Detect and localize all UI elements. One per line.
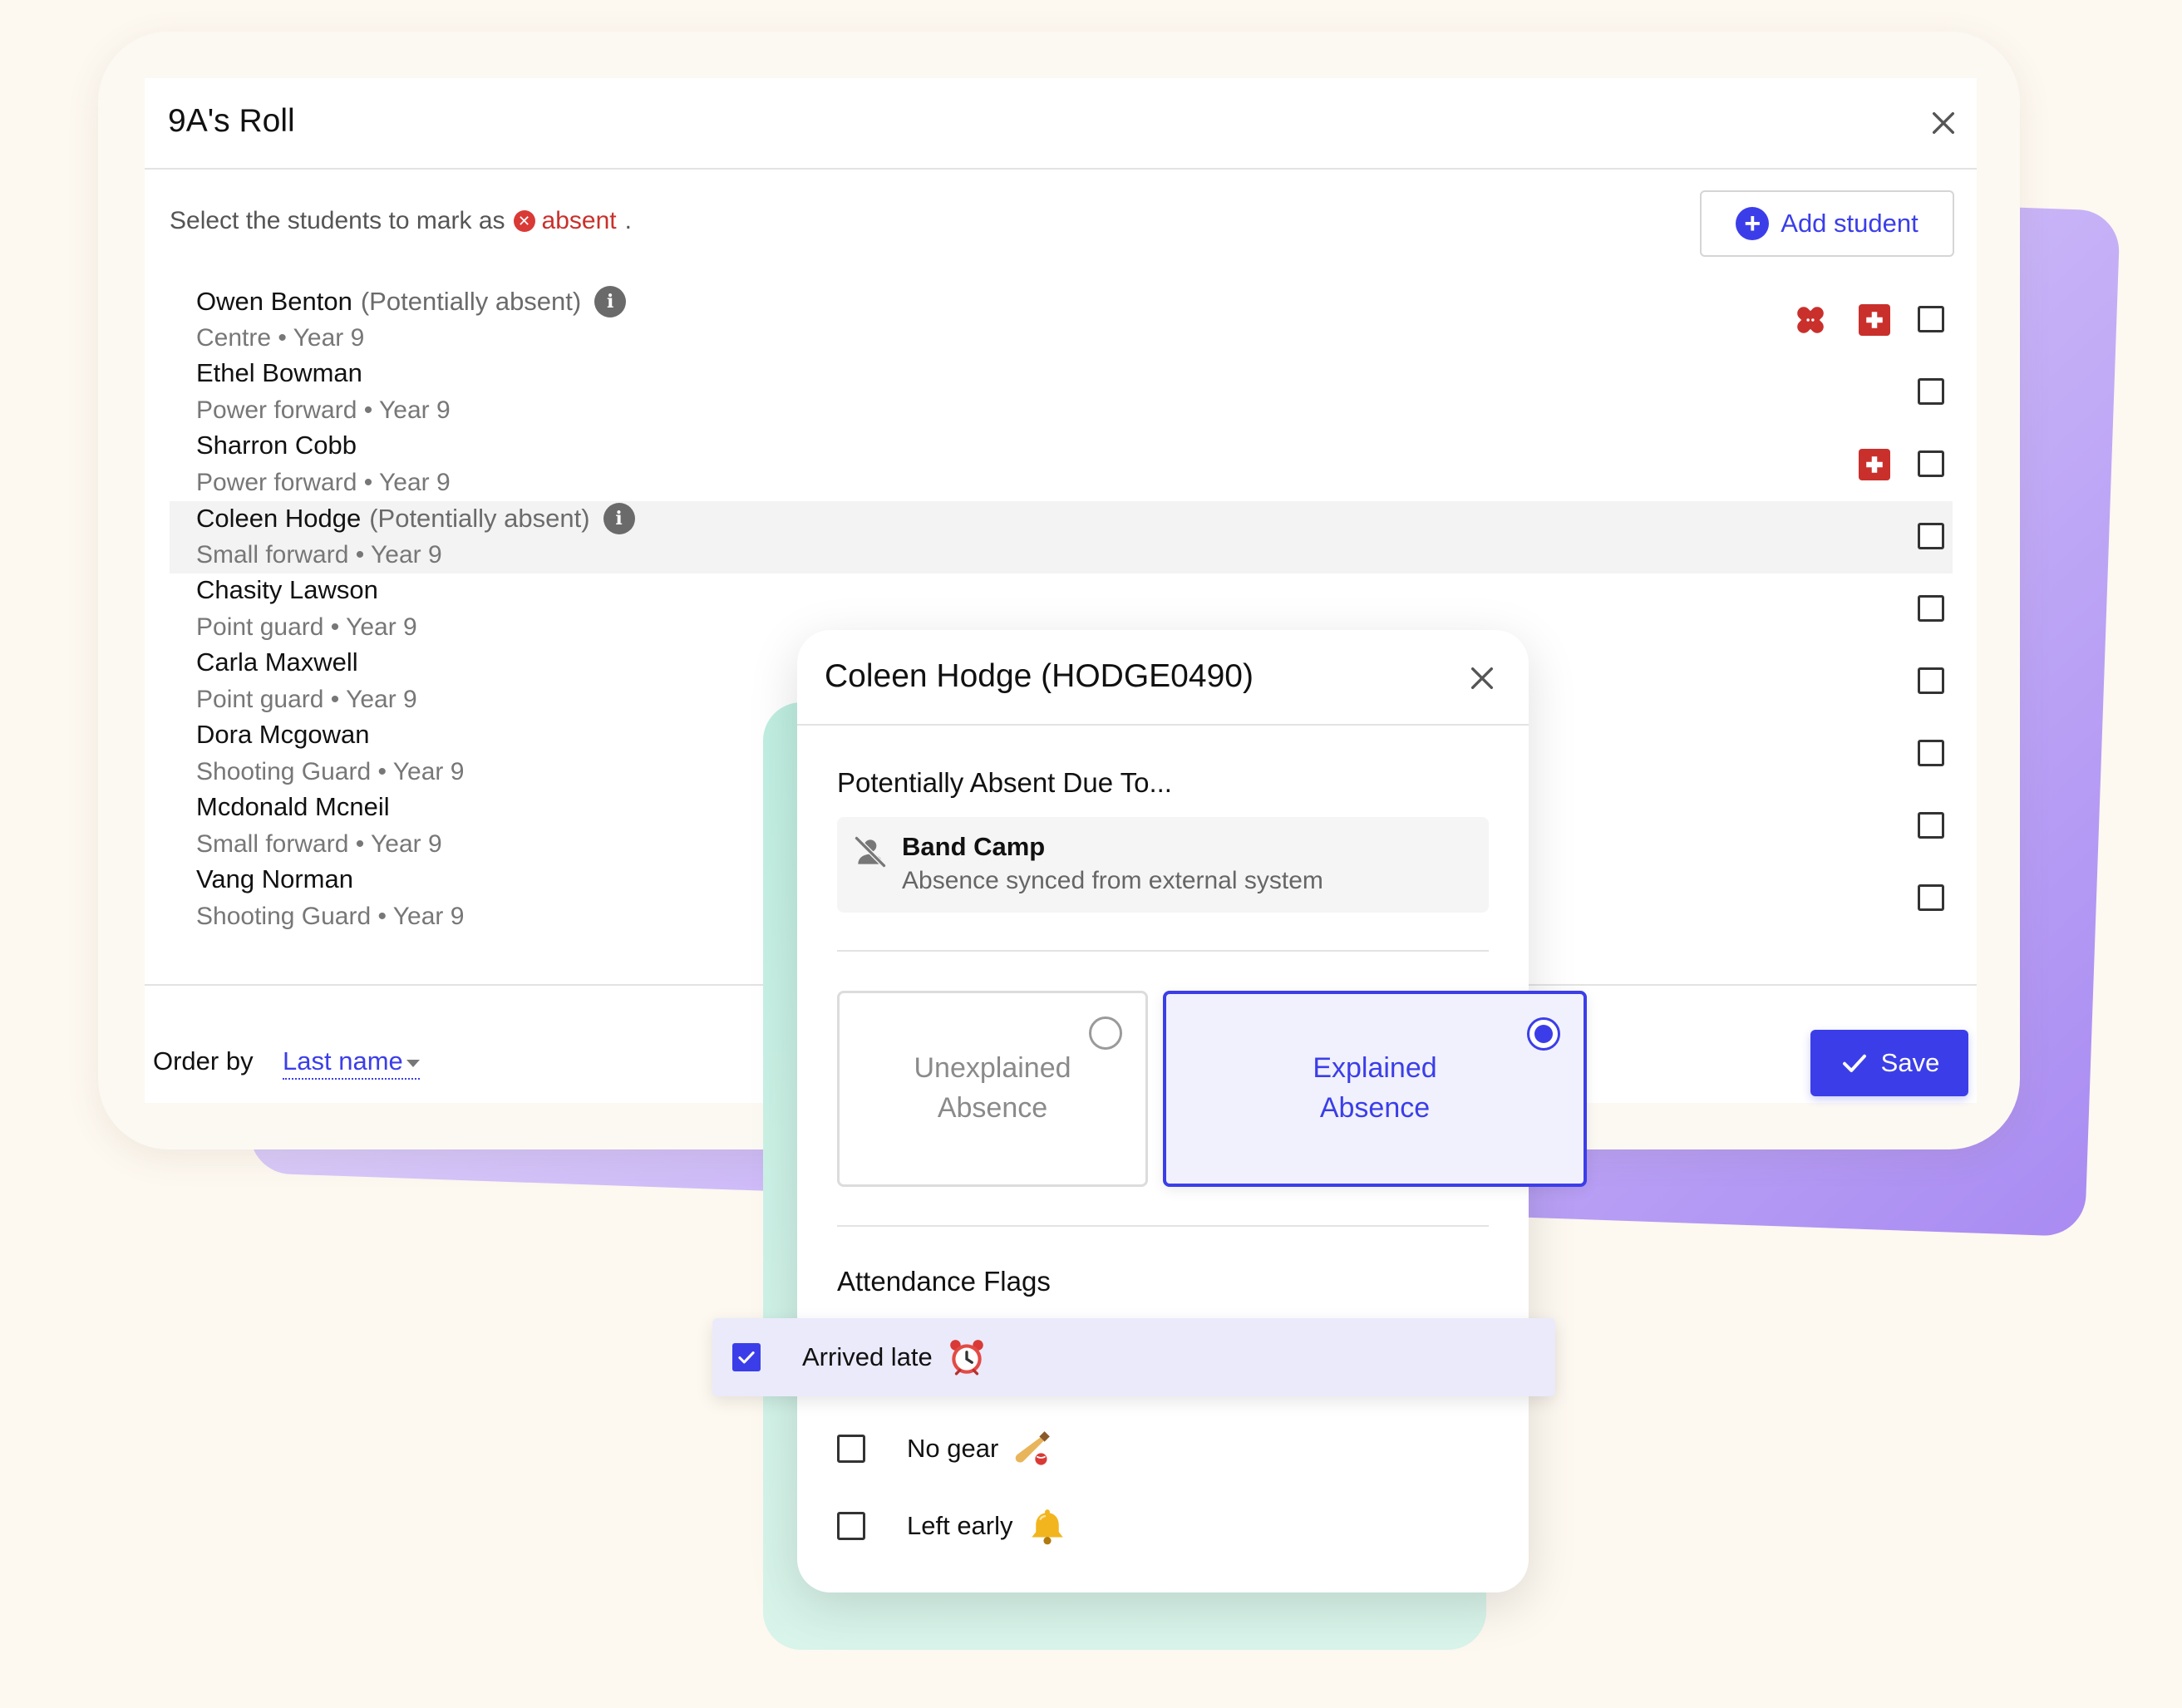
student-name-line: Chasity Lawson	[196, 575, 378, 605]
student-absent-checkbox[interactable]	[1918, 667, 1944, 694]
student-name: Carla Maxwell	[196, 647, 358, 677]
student-absent-checkbox[interactable]	[1918, 812, 1944, 839]
medical-icon	[1859, 304, 1890, 336]
caret-down-icon	[406, 1059, 420, 1067]
student-flag: (Potentially absent)	[369, 504, 590, 533]
alarm-clock-icon	[950, 1340, 983, 1376]
order-by-select[interactable]: Last name	[283, 1046, 420, 1080]
roll-header: 9A's Roll	[145, 78, 1977, 170]
person-off-icon	[855, 836, 886, 868]
flag-label: Left early	[907, 1511, 1013, 1540]
divider	[837, 1225, 1489, 1227]
instruction-prefix: Select the students to mark as	[170, 207, 505, 234]
student-name-line: Coleen Hodge (Potentially absent) i	[196, 503, 635, 534]
student-detail: Point guard • Year 9	[196, 686, 417, 713]
flags-heading: Attendance Flags	[837, 1266, 1051, 1297]
unexplained-label: Unexplained Absence	[914, 1052, 1071, 1124]
absent-tag: ✕ absent	[513, 207, 617, 235]
student-detail: Point guard • Year 9	[196, 613, 417, 641]
bell-icon	[1031, 1509, 1063, 1545]
unexplained-absence-option[interactable]: Unexplained Absence	[837, 991, 1148, 1187]
student-detail: Centre • Year 9	[196, 324, 365, 352]
info-icon[interactable]: i	[594, 286, 627, 317]
student-detail: Shooting Guard • Year 9	[196, 758, 465, 785]
student-name-line: Dora Mcgowan	[196, 720, 369, 750]
student-absent-checkbox[interactable]	[1918, 523, 1944, 549]
flag-left-early[interactable]: Left early	[837, 1501, 1068, 1551]
student-detail: Power forward • Year 9	[196, 396, 451, 424]
student-name-line: Vang Norman	[196, 864, 353, 894]
flag-arrived-late[interactable]: Arrived late	[712, 1318, 1555, 1396]
add-student-button[interactable]: + Add student	[1700, 190, 1954, 257]
radio-unselected	[1089, 1016, 1122, 1050]
student-absent-checkbox[interactable]	[1918, 740, 1944, 766]
student-detail: Shooting Guard • Year 9	[196, 903, 465, 930]
add-student-label: Add student	[1781, 209, 1918, 238]
close-icon	[1932, 111, 1955, 135]
reason-title: Band Camp	[902, 832, 1046, 861]
plus-icon: +	[1736, 207, 1770, 240]
student-absent-checkbox[interactable]	[1918, 884, 1944, 911]
flag-checkbox[interactable]	[837, 1512, 865, 1540]
absent-label: absent	[541, 207, 617, 234]
save-label: Save	[1880, 1048, 1940, 1077]
absence-reason-card: Band Camp Absence synced from external s…	[837, 817, 1489, 913]
info-icon[interactable]: i	[603, 503, 635, 534]
explained-label: Explained Absence	[1313, 1052, 1437, 1124]
student-flag: (Potentially absent)	[360, 287, 582, 316]
student-detail: Small forward • Year 9	[196, 541, 442, 569]
student-name-line: Owen Benton (Potentially absent) i	[196, 286, 627, 317]
absence-popup: Coleen Hodge (HODGE0490) Potentially Abs…	[712, 630, 1587, 1592]
roll-title: 9A's Roll	[168, 103, 295, 139]
close-icon	[1470, 667, 1494, 690]
student-name: Dora Mcgowan	[196, 720, 370, 749]
save-button[interactable]: Save	[1810, 1030, 1968, 1096]
student-name-line: Mcdonald Mcneil	[196, 792, 390, 822]
order-by-label: Order by	[153, 1046, 254, 1075]
student-name: Sharron Cobb	[196, 431, 357, 460]
student-name: Mcdonald Mcneil	[196, 792, 390, 821]
student-row[interactable]: Sharron Cobb Power forward • Year 9	[170, 429, 1953, 501]
check-icon	[738, 1351, 755, 1364]
student-name-line: Carla Maxwell	[196, 647, 358, 677]
absent-x-icon: ✕	[513, 210, 535, 232]
medical-icon	[1859, 449, 1890, 480]
student-row[interactable]: Owen Benton (Potentially absent) i Centr…	[170, 284, 1953, 357]
student-name: Ethel Bowman	[196, 358, 362, 387]
student-detail: Small forward • Year 9	[196, 830, 442, 858]
popup-close-button[interactable]	[1462, 658, 1502, 698]
student-name: Owen Benton	[196, 287, 352, 316]
student-name: Coleen Hodge	[196, 504, 362, 533]
student-row[interactable]: Coleen Hodge (Potentially absent) i Smal…	[170, 501, 1953, 573]
student-detail: Power forward • Year 9	[196, 469, 451, 496]
popup-title: Coleen Hodge (HODGE0490)	[825, 658, 1254, 694]
student-name: Vang Norman	[196, 864, 353, 893]
divider	[837, 950, 1489, 952]
student-absent-checkbox[interactable]	[1918, 378, 1944, 405]
student-absent-checkbox[interactable]	[1918, 595, 1944, 622]
reason-subtitle: Absence synced from external system	[902, 867, 1323, 894]
student-row[interactable]: Ethel Bowman Power forward • Year 9	[170, 357, 1953, 429]
flag-no-gear[interactable]: No gear	[837, 1424, 1053, 1474]
check-icon	[1842, 1054, 1866, 1072]
student-name: Chasity Lawson	[196, 575, 378, 604]
student-absent-checkbox[interactable]	[1918, 450, 1944, 477]
radio-selected	[1527, 1017, 1560, 1051]
explained-absence-option[interactable]: Explained Absence	[1163, 991, 1587, 1187]
student-name-line: Sharron Cobb	[196, 431, 357, 460]
cricket-bat-icon	[1016, 1431, 1051, 1465]
student-absent-checkbox[interactable]	[1918, 306, 1944, 332]
flag-checkbox-checked[interactable]	[732, 1343, 761, 1371]
flag-checkbox[interactable]	[837, 1435, 865, 1463]
student-name-line: Ethel Bowman	[196, 358, 362, 388]
roll-instruction: Select the students to mark as ✕ absent …	[170, 207, 632, 235]
popup-header: Coleen Hodge (HODGE0490)	[797, 630, 1529, 726]
reason-heading: Potentially Absent Due To...	[837, 767, 1172, 798]
instruction-suffix: .	[624, 207, 632, 234]
roll-close-button[interactable]	[1923, 103, 1963, 143]
flag-label: Arrived late	[802, 1342, 933, 1371]
flag-label: No gear	[907, 1434, 999, 1463]
order-by-value: Last name	[283, 1046, 403, 1075]
bandage-icon	[1797, 307, 1824, 333]
